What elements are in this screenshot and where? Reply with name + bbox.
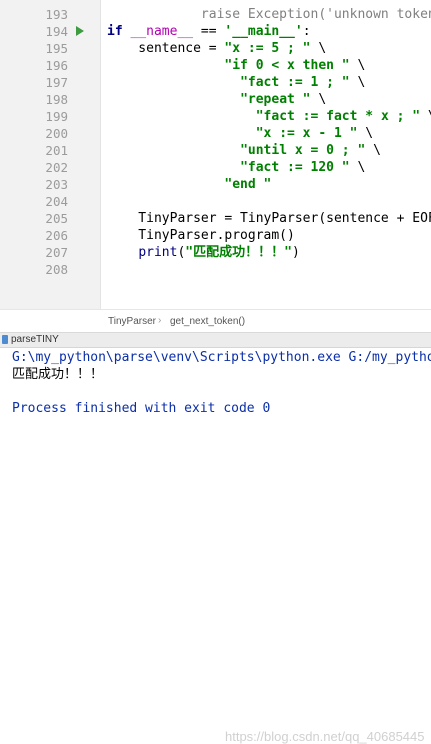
code-token: \ xyxy=(310,92,327,107)
code-editor[interactable]: 193 raise Exception('unknown token: ' + … xyxy=(0,0,431,309)
breadcrumb-separator: › xyxy=(158,315,162,326)
code-token: "repeat " xyxy=(240,92,311,107)
code-token: \ xyxy=(420,109,431,124)
line-number: 205 xyxy=(45,211,68,226)
line-number: 201 xyxy=(45,143,68,158)
code-line[interactable]: 204 xyxy=(0,193,431,210)
code-token: : xyxy=(302,24,311,39)
code-token: '__main__' xyxy=(224,24,303,39)
line-number: 202 xyxy=(45,160,68,175)
console-line: Process finished with exit code 0 xyxy=(12,401,271,416)
code-line[interactable]: 206 TinyParser.program() xyxy=(0,227,431,244)
line-number: 207 xyxy=(45,245,68,260)
run-arrow-icon[interactable] xyxy=(76,26,84,36)
code-line[interactable]: 208 xyxy=(0,261,431,278)
code-token: "fact := 1 ; " xyxy=(240,75,350,90)
code-text[interactable]: sentence = "x := 5 ; " \ xyxy=(107,40,326,57)
code-line[interactable]: 202 "fact := 120 " \ xyxy=(0,159,431,176)
line-number: 199 xyxy=(45,109,68,124)
code-token: == xyxy=(193,24,225,39)
code-line[interactable]: 205 TinyParser = TinyParser(sentence + E… xyxy=(0,210,431,227)
code-token: \ xyxy=(349,58,366,73)
code-line[interactable]: 207 print("匹配成功！！！") xyxy=(0,244,431,261)
code-text[interactable]: TinyParser.program() xyxy=(107,227,295,244)
line-number: 206 xyxy=(45,228,68,243)
breadcrumb: TinyParser › get_next_token() xyxy=(0,309,431,333)
code-token: "x := 5 ; " xyxy=(224,41,311,56)
code-token: TinyParser.program() xyxy=(107,228,295,243)
code-token: "fact := fact * x ; " xyxy=(255,109,421,124)
code-text[interactable]: "x := x - 1 " \ xyxy=(107,125,373,142)
code-text[interactable]: "end " xyxy=(107,176,271,193)
line-number: 193 xyxy=(45,7,68,22)
line-number: 196 xyxy=(45,58,68,73)
code-line[interactable]: 203 "end " xyxy=(0,176,431,193)
code-text[interactable]: raise Exception('unknown token: ' + s xyxy=(107,6,431,23)
code-token: TinyParser = TinyParser(sentence + EOF) xyxy=(107,211,431,226)
code-text[interactable]: TinyParser = TinyParser(sentence + EOF) xyxy=(107,210,431,227)
code-token: "匹配成功！！！" xyxy=(185,245,292,260)
code-text[interactable]: "repeat " \ xyxy=(107,91,326,108)
breadcrumb-item-method[interactable]: get_next_token() xyxy=(170,316,245,327)
code-token: \ xyxy=(365,143,381,158)
code-line[interactable]: 197 "fact := 1 ; " \ xyxy=(0,74,431,91)
code-token: sentence = xyxy=(107,41,225,56)
console-line: G:\my_python\parse\venv\Scripts\python.e… xyxy=(12,350,431,365)
code-token: if xyxy=(107,24,131,39)
run-config-tab[interactable]: parseTINY xyxy=(11,334,59,345)
code-line[interactable]: 194 if __name__ == '__main__': xyxy=(0,23,431,40)
code-text[interactable]: "fact := 1 ; " \ xyxy=(107,74,365,91)
line-number: 194 xyxy=(45,24,68,39)
code-token: "end " xyxy=(224,177,272,192)
code-token: \ xyxy=(310,41,327,56)
code-line[interactable]: 196 "if 0 < x then " \ xyxy=(0,57,431,74)
watermark: https://blog.csdn.net/qq_40685445 xyxy=(225,729,425,744)
line-number: 204 xyxy=(45,194,68,209)
code-token: "until x = 0 ; " xyxy=(240,143,366,158)
line-number: 203 xyxy=(45,177,68,192)
code-token: "x := x - 1 " xyxy=(255,126,358,141)
console-line: 匹配成功！！！ xyxy=(12,367,104,382)
code-line[interactable]: 195 sentence = "x := 5 ; " \ xyxy=(0,40,431,57)
code-text[interactable]: "if 0 < x then " \ xyxy=(107,57,365,74)
code-token: "fact := 120 " xyxy=(240,160,350,175)
code-token: raise Exception('unknown token: ' + s xyxy=(200,7,431,22)
code-token: \ xyxy=(349,160,366,175)
breadcrumb-item-class[interactable]: TinyParser xyxy=(108,316,156,327)
code-token: "if 0 < x then " xyxy=(224,58,350,73)
code-text[interactable]: "until x = 0 ; " \ xyxy=(107,142,381,159)
code-text[interactable]: "fact := fact * x ; " \ xyxy=(107,108,431,125)
line-number: 198 xyxy=(45,92,68,107)
code-token: \ xyxy=(357,126,374,141)
code-line[interactable]: 199 "fact := fact * x ; " \ xyxy=(0,108,431,125)
code-line[interactable]: 201 "until x = 0 ; " \ xyxy=(0,142,431,159)
code-line[interactable]: 198 "repeat " \ xyxy=(0,91,431,108)
line-number: 197 xyxy=(45,75,68,90)
code-line[interactable]: 200 "x := x - 1 " \ xyxy=(0,125,431,142)
line-number: 208 xyxy=(45,262,68,277)
code-text[interactable]: print("匹配成功！！！") xyxy=(107,244,300,261)
code-token: __name__ xyxy=(130,24,194,39)
code-line[interactable]: 193 raise Exception('unknown token: ' + … xyxy=(0,6,431,23)
python-run-icon xyxy=(2,335,8,344)
code-token: print xyxy=(138,245,178,260)
line-number: 195 xyxy=(45,41,68,56)
run-tool-window: parseTINY G:\my_python\parse\venv\Script… xyxy=(0,333,431,744)
code-text[interactable]: "fact := 120 " \ xyxy=(107,159,365,176)
run-tool-window-header[interactable]: parseTINY xyxy=(0,333,431,348)
code-text[interactable]: if __name__ == '__main__': xyxy=(107,23,311,40)
code-token: ) xyxy=(291,245,300,260)
line-number: 200 xyxy=(45,126,68,141)
code-token: \ xyxy=(349,75,366,90)
